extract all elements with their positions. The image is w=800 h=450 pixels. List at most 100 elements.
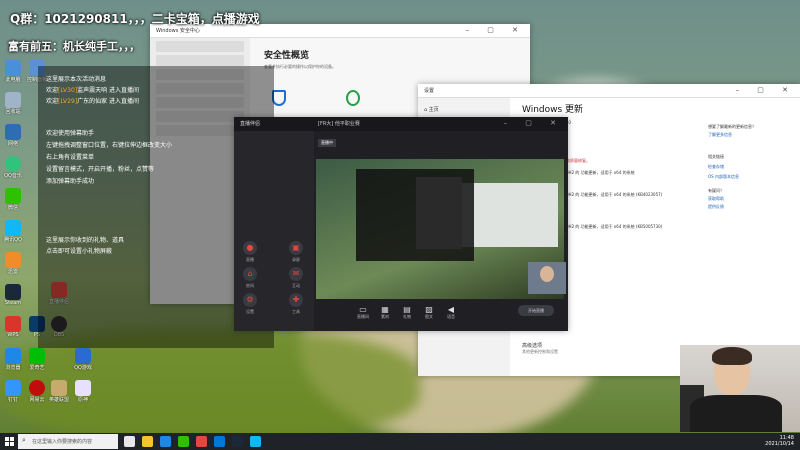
check-storage-link[interactable]: 检查存储 [708,164,724,170]
desktop-icon-dingtalk[interactable]: 钉钉 [2,380,24,403]
stream-titlebar[interactable]: 直播伴侣 [FR大] 他平职业赛 – ▢ ✕ [234,117,568,131]
banner-line-rich: 富有前五：机长纯手工，，， [8,40,140,53]
desktop-icon-lol[interactable]: 英雄联盟 [48,380,70,403]
desktop-icon-steam[interactable]: Steam [2,284,24,306]
nav-home[interactable]: ⌂ 主页 [424,106,504,113]
stream-preview[interactable] [316,159,564,299]
gear-icon: ⚙ [243,293,257,307]
desktop-icon-thunder[interactable]: 迅雷 [2,252,24,275]
chat-line: 这里展示你收到的礼物、道具 [46,237,125,244]
advanced-options[interactable]: 高级选项 [522,342,542,349]
preview-nested [416,177,462,249]
sidebar-item[interactable] [156,55,244,66]
gift-icon: ▤ [403,305,411,314]
taskbar: ⌕ 在这里输入你要搜索的内容 11:48 2021/10/14 [0,433,800,450]
window-controls[interactable]: – ▢ ✕ [466,26,526,34]
webcam-overlay [680,345,800,432]
window-controls[interactable]: – ▢ ✕ [504,119,564,127]
bottom-btn-assets[interactable]: ▦ 素材 [376,305,394,320]
desktop-icon-netease-music[interactable]: 网易云 [26,380,48,403]
chat-line: 添加弹幕助手成功 [46,178,95,185]
windows-start-icon[interactable] [5,437,14,446]
desktop-icon-wps[interactable]: WPS [2,316,24,338]
taskbar-app-settings[interactable] [214,436,225,447]
taskbar-app-steam[interactable] [232,436,243,447]
desktop-icon-this-pc[interactable]: 此电脑 [2,60,24,83]
left-tool-room[interactable]: ⌂ 房间 [238,267,262,289]
left-tool-tools[interactable]: ✚ 工具 [284,293,308,315]
stream-bottom-bar: ▭ 直播间 ▦ 素材 ▤ 礼物 ▧ 图文 ◀ 语音 开始直播 [316,303,564,327]
chat-line: 点击即可设置小礼物屏蔽 [46,248,113,255]
taskbar-app-explorer[interactable] [142,436,153,447]
clock-date: 2021/10/14 [765,441,794,447]
left-tool-record[interactable]: ▣ 录屏 [284,241,308,263]
page-subtitle: 查看并执行必要的操作以保护你的设备。 [264,64,336,69]
left-tool-interact[interactable]: ✉ 互动 [284,267,308,289]
taskbar-app-task-view[interactable] [124,436,135,447]
taskbar-app-stream[interactable] [196,436,207,447]
live-status-badge: 直播中 [318,139,336,147]
stream-tabs: 直播中 [318,135,558,153]
search-placeholder: 在这里输入你要搜索的内容 [32,439,93,445]
tools-icon: ✚ [289,293,303,307]
image-icon: ▦ [381,305,389,314]
desktop-icon-browser[interactable]: 浏览器 [2,348,24,371]
stream-client-window: 直播伴侣 [FR大] 他平职业赛 – ▢ ✕ ● 直播 ▣ 录屏 ⌂ 房间 ✉ 互动 ⚙… [234,117,568,331]
desktop-icon-qqgame[interactable]: QQ游戏 [72,348,94,371]
desktop-icon-qq[interactable]: 腾讯QQ [2,220,24,243]
speaker-icon: ◀ [447,305,455,314]
banner-line-qq: Q群：1021290811，，，二卡宝箱，点播游戏 [10,12,260,26]
stream-left-panel: ● 直播 ▣ 录屏 ⌂ 房间 ✉ 互动 ⚙ 设置 ✚ 工具 [234,131,314,331]
update-heading: Windows 更新 [522,105,584,115]
window-controls[interactable]: – ▢ ✕ [736,86,796,94]
record-icon: ● [243,241,257,255]
chat-line: 欢迎[LV30]监声震天响 进入直播间 [46,87,140,94]
desktop-icon-recycle-bin[interactable]: 回收站 [2,92,24,115]
desktop-icon-qqmusic[interactable]: QQ音乐 [2,156,24,179]
chat-icon: ✉ [289,267,303,281]
bottom-btn-text[interactable]: ▧ 图文 [420,305,438,320]
bottom-btn-voice[interactable]: ◀ 语音 [442,305,460,320]
start-stream-button[interactable]: 开始直播 [518,305,554,316]
taskbar-app-wechat[interactable] [178,436,189,447]
taskbar-app-browser[interactable] [160,436,171,447]
update-window-title: 设置 [424,88,435,94]
get-help-link[interactable]: 获取帮助 [708,196,724,202]
stream-room-title: [FR大] 他平职业赛 [318,121,360,127]
bottom-btn-gifts[interactable]: ▤ 礼物 [398,305,416,320]
chat-line: 欢迎使用弹幕助手 [46,130,95,137]
stream-camera-preview [528,262,566,294]
chat-line: 左键拖拽调整窗口位置，右键拉伸边框改变大小 [46,142,173,149]
desktop-icon-genshin[interactable]: 原神 [72,380,94,403]
shield-icon[interactable] [272,90,286,106]
text-icon: ▧ [425,305,433,314]
left-tool-settings[interactable]: ⚙ 设置 [238,293,262,315]
advanced-options-sub: 其他更新控制和设置 [522,349,558,354]
desktop-icon-wechat[interactable]: 微信 [2,188,24,211]
search-icon: ⌕ [22,436,26,444]
stream-brand: 直播伴侣 [240,121,261,127]
bottom-btn-room[interactable]: ▭ 直播间 [354,305,372,320]
taskbar-search[interactable]: ⌕ 在这里输入你要搜索的内容 [18,434,118,449]
chat-line: 欢迎[LV29]广东的仙家 进入直播间 [46,98,140,105]
feedback-link[interactable]: 提供反馈 [708,204,724,210]
learn-more-link[interactable]: 了解更多信息 [708,132,732,138]
desktop-icon-iqiyi[interactable]: 爱奇艺 [26,348,48,371]
desktop-icon-network[interactable]: 网络 [2,124,24,147]
stream-banner: Q群：1021290811，，，二卡宝箱，点播游戏 富有前五：机长纯手工，，， [0,6,460,56]
info-prompt: 想要了解最新的更新信息？ [708,124,756,129]
left-tool-live[interactable]: ● 直播 [238,241,262,263]
screen-icon: ▣ [289,241,303,255]
chat-line: 右上角有设置菜单 [46,154,95,161]
monitor-icon: ▭ [359,305,367,314]
chat-line: 这里展示本次活动消息 [46,76,107,83]
room-icon: ⌂ [243,267,257,281]
chat-line: 设置留言模式，开启开播，粉丝，点赞等 [46,166,155,173]
update-window-titlebar[interactable]: 设置 – ▢ ✕ [418,84,800,98]
questions-heading: 有疑问？ [708,188,724,193]
taskbar-app-qq[interactable] [250,436,261,447]
os-build-link[interactable]: OS 内部版本信息 [708,174,739,180]
system-clock[interactable]: 11:48 2021/10/14 [765,435,794,447]
account-icon[interactable] [346,90,360,106]
related-links-heading: 相关链接 [708,154,724,159]
